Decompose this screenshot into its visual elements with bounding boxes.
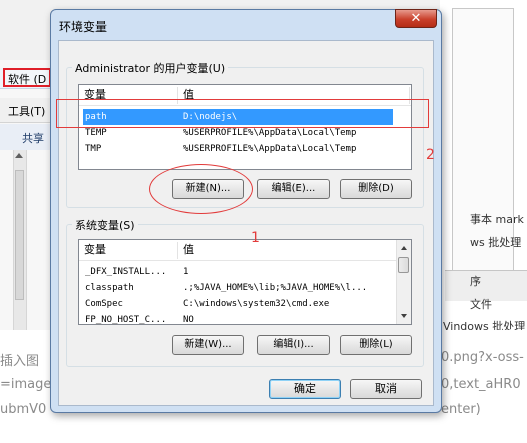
column-header-variable[interactable]: 变量 bbox=[79, 240, 177, 260]
variable-value: %USERPROFILE%\AppData\Local\Temp bbox=[183, 144, 357, 154]
system-edit-button[interactable]: 编辑(I)... bbox=[257, 335, 330, 355]
annotation-highlight-rect bbox=[56, 99, 429, 128]
system-new-button[interactable]: 新建(W)... bbox=[172, 335, 244, 355]
variable-value: C:\windows\system32\cmd.exe bbox=[183, 299, 330, 309]
variable-value: .;%JAVA_HOME%\lib;%JAVA_HOME%\l... bbox=[183, 283, 368, 293]
system-list-scrollbar[interactable] bbox=[396, 240, 411, 324]
scroll-up-icon[interactable] bbox=[401, 246, 407, 250]
user-edit-button[interactable]: 编辑(E)... bbox=[257, 179, 330, 199]
column-header-value[interactable]: 值 bbox=[178, 240, 393, 260]
dialog-title: 环境变量 bbox=[59, 20, 108, 34]
user-delete-button[interactable]: 删除(D) bbox=[340, 179, 412, 199]
variable-name: FP_NO_HOST_C... bbox=[85, 315, 167, 325]
variable-value: 1 bbox=[183, 267, 189, 277]
table-row[interactable]: ComSpec C:\windows\system32\cmd.exe bbox=[83, 296, 395, 312]
background-file-item[interactable]: ws 批处理 bbox=[470, 234, 521, 250]
background-text-line: enter) bbox=[441, 402, 481, 417]
background-scroll-thumb[interactable] bbox=[15, 170, 24, 300]
background-scroll-up-icon[interactable] bbox=[15, 153, 23, 158]
background-text-line: ubmV0 bbox=[0, 402, 47, 417]
ok-button[interactable]: 确定 bbox=[269, 379, 341, 399]
system-variables-list[interactable]: 变量 值 _DFX_INSTALL... 1 classpath .;%JAVA… bbox=[78, 239, 412, 325]
background-file-item[interactable]: 事本 mark bbox=[470, 211, 524, 227]
table-row[interactable]: FP_NO_HOST_C... NO bbox=[83, 312, 395, 325]
background-file-item[interactable]: 文件 bbox=[470, 296, 492, 312]
scroll-thumb[interactable] bbox=[398, 257, 409, 273]
table-row[interactable]: TMP %USERPROFILE%\AppData\Local\Temp bbox=[83, 141, 393, 157]
annotation-number-1: 1 bbox=[251, 230, 260, 246]
system-delete-button[interactable]: 删除(L) bbox=[340, 335, 412, 355]
user-variables-label: Administrator 的用户变量(U) bbox=[72, 60, 229, 76]
variable-name: ComSpec bbox=[85, 299, 123, 309]
close-button[interactable]: ✕ bbox=[395, 9, 437, 28]
background-right-frame bbox=[452, 8, 514, 272]
close-icon: ✕ bbox=[410, 11, 422, 26]
cancel-button[interactable]: 取消 bbox=[350, 379, 422, 399]
variable-value: NO bbox=[183, 315, 194, 325]
annotation-highlight-ellipse bbox=[149, 164, 253, 214]
system-variables-label: 系统变量(S) bbox=[72, 217, 138, 233]
background-text-line: =image bbox=[0, 377, 52, 392]
variable-name: _DFX_INSTALL... bbox=[85, 267, 167, 277]
background-text-line: 0.png?x-oss- bbox=[441, 350, 524, 365]
scroll-down-icon[interactable] bbox=[401, 314, 407, 318]
background-share-button[interactable]: 共享 bbox=[22, 130, 44, 146]
annotation-number-2: 2 bbox=[426, 147, 435, 163]
table-row[interactable]: _DFX_INSTALL... 1 bbox=[83, 264, 395, 280]
background-tools-menu[interactable]: 工具(T) bbox=[8, 103, 45, 119]
variable-name: classpath bbox=[85, 283, 134, 293]
table-row[interactable]: classpath .;%JAVA_HOME%\lib;%JAVA_HOME%\… bbox=[83, 280, 395, 296]
background-file-item[interactable]: 序 bbox=[470, 273, 481, 289]
background-text-line: 0,text_aHR0 bbox=[441, 377, 521, 392]
variable-name: TMP bbox=[85, 144, 102, 154]
background-software-menu[interactable]: 软件 (D bbox=[3, 68, 52, 87]
background-text-line: 插入图 bbox=[0, 354, 40, 369]
